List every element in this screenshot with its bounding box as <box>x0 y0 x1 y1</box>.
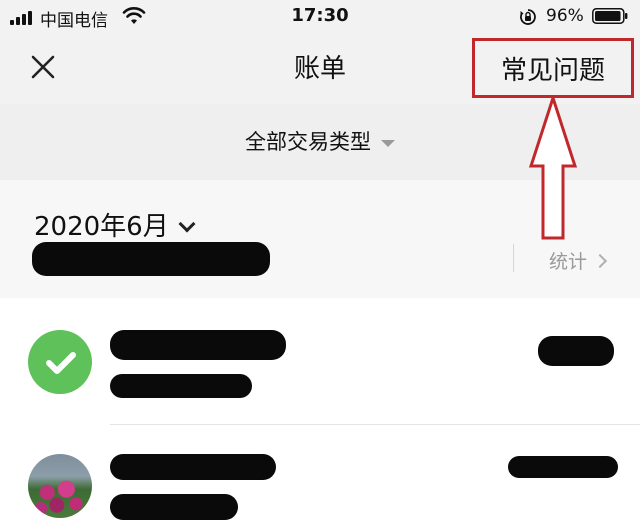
nav-bar: 账单 常见问题 <box>0 34 640 104</box>
battery-percent: 96% <box>546 6 584 26</box>
month-label: 2020年6月 <box>34 212 169 242</box>
redacted-time <box>110 494 238 520</box>
transaction-row[interactable] <box>0 424 640 523</box>
filter-label: 全部交易类型 <box>245 130 371 154</box>
redacted-time <box>110 374 252 398</box>
redacted-merchant <box>110 330 286 360</box>
faq-label: 常见问题 <box>500 55 605 86</box>
redacted-summary <box>32 242 270 276</box>
battery-icon <box>592 8 628 24</box>
faq-button[interactable]: 常见问题 <box>472 38 634 98</box>
month-selector[interactable]: 2020年6月 <box>34 206 196 243</box>
chevron-down-icon <box>178 215 196 233</box>
transaction-row[interactable] <box>0 298 640 424</box>
statistics-label: 统计 <box>549 251 588 273</box>
chevron-right-icon <box>592 253 608 269</box>
wechat-pay-icon <box>28 330 92 394</box>
status-time: 17:30 <box>291 5 349 26</box>
redacted-merchant <box>110 454 276 480</box>
caret-down-icon <box>381 139 395 147</box>
statistics-button[interactable]: 统计 <box>549 247 608 274</box>
divider <box>513 244 514 272</box>
annotation-arrow <box>528 96 578 240</box>
rotation-lock-icon <box>520 9 536 25</box>
redacted-amount <box>538 336 614 366</box>
redacted-amount <box>508 456 618 478</box>
status-bar: 中国电信 17:30 96% <box>0 0 640 34</box>
transaction-list <box>0 298 640 523</box>
